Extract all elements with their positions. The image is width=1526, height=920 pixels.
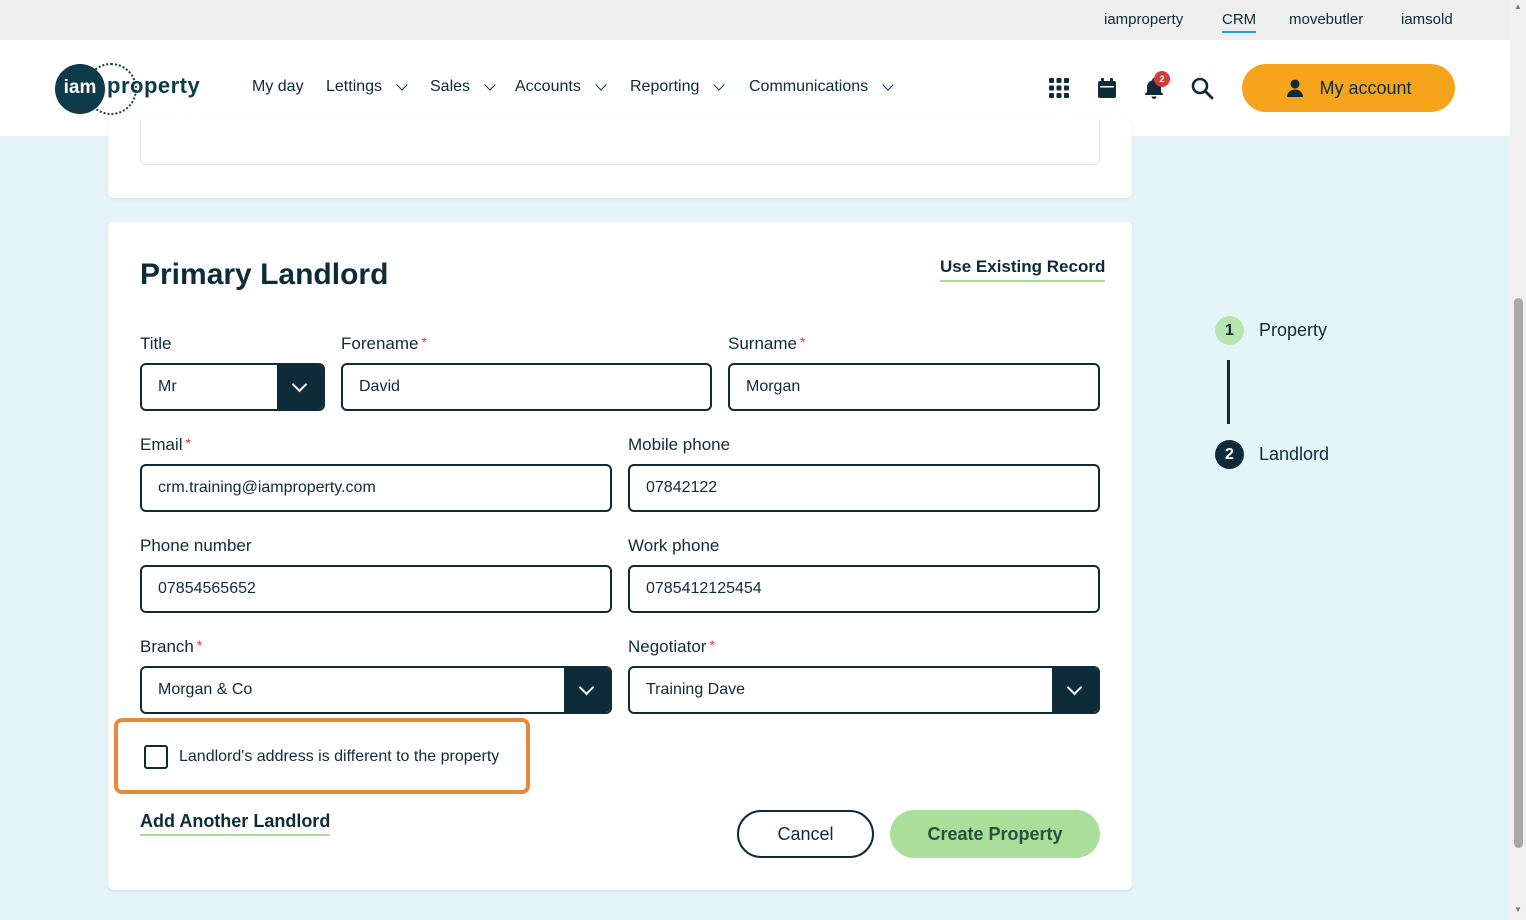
property-summary-box (140, 120, 1100, 165)
title-select[interactable]: Mr (140, 363, 325, 411)
branch-label-text: Branch (140, 637, 194, 656)
logo-text: property (107, 73, 201, 98)
step-connector (1227, 360, 1230, 424)
nav-label: Lettings (326, 78, 383, 95)
use-existing-record-link[interactable]: Use Existing Record (940, 257, 1106, 282)
step-1-indicator[interactable]: 1 (1215, 316, 1244, 345)
branch-dropdown-toggle[interactable] (564, 668, 610, 712)
title-dropdown-toggle[interactable] (277, 365, 323, 409)
forename-input[interactable] (341, 363, 712, 411)
nav-label: Accounts (515, 78, 581, 95)
required-marker: * (196, 637, 203, 653)
logo-mark: iam (55, 64, 105, 114)
surname-label-text: Surname (728, 334, 797, 353)
title-label: Title (140, 334, 172, 354)
cancel-button[interactable]: Cancel (737, 810, 874, 858)
step-2-label[interactable]: Landlord (1259, 444, 1329, 465)
negotiator-select[interactable]: Training Dave (628, 666, 1100, 714)
nav-accounts[interactable]: Accounts (515, 78, 607, 96)
title-label-text: Title (140, 334, 172, 353)
work-phone-label-text: Work phone (628, 536, 720, 555)
surname-label: Surname * (728, 334, 805, 354)
scroll-up-arrow[interactable]: ▲ (1514, 2, 1522, 11)
negotiator-label: Negotiator * (628, 637, 715, 657)
landlord-address-checkbox-label[interactable]: Landlord's address is different to the p… (179, 748, 499, 766)
nav-label: Sales (430, 78, 471, 95)
email-label-text: Email (140, 435, 183, 454)
property-card (108, 120, 1132, 198)
negotiator-select-value: Training Dave (646, 681, 746, 698)
add-another-landlord-link[interactable]: Add Another Landlord (140, 811, 331, 836)
branch-select[interactable]: Morgan & Co (140, 666, 612, 714)
my-account-button[interactable]: My account (1242, 64, 1455, 112)
landlord-address-checkbox[interactable] (144, 745, 168, 769)
step-2-indicator[interactable]: 2 (1215, 440, 1244, 469)
chevron-down-icon (1066, 679, 1083, 696)
mobile-phone-input[interactable] (628, 464, 1100, 512)
user-icon (1287, 79, 1304, 97)
chevron-down-icon (484, 78, 496, 91)
search-icon[interactable] (1190, 76, 1214, 100)
nav-sales[interactable]: Sales (430, 78, 496, 96)
logo[interactable]: iam property (55, 62, 205, 116)
mobile-label: Mobile phone (628, 435, 730, 455)
nav-label: Reporting (630, 78, 700, 95)
forename-label-text: Forename (341, 334, 419, 353)
link-movebutler[interactable]: movebutler (1289, 11, 1363, 28)
phone-label-text: Phone number (140, 536, 252, 555)
scroll-down-arrow[interactable]: ▼ (1514, 905, 1522, 914)
link-iamsold[interactable]: iamsold (1401, 11, 1453, 28)
surname-input[interactable] (728, 363, 1100, 411)
required-marker: * (421, 334, 427, 350)
title-select-value: Mr (158, 378, 177, 395)
chevron-down-icon (882, 78, 894, 91)
chevron-down-icon (396, 78, 408, 91)
chevron-down-icon (713, 78, 726, 91)
required-marker: * (709, 637, 715, 653)
negotiator-label-text: Negotiator (628, 637, 707, 656)
email-label: Email * (140, 435, 191, 455)
primary-landlord-card: Primary Landlord Use Existing Record Tit… (108, 222, 1132, 890)
chevron-down-icon (578, 679, 595, 696)
work-phone-label: Work phone (628, 536, 719, 556)
nav-label: My day (252, 78, 304, 95)
branch-select-value: Morgan & Co (158, 681, 253, 698)
required-marker: * (185, 435, 191, 451)
negotiator-dropdown-toggle[interactable] (1052, 668, 1098, 712)
grid-icon[interactable] (1047, 76, 1071, 100)
calendar-icon[interactable] (1095, 76, 1119, 100)
email-input[interactable] (140, 464, 612, 512)
nav-reporting[interactable]: Reporting (630, 78, 726, 96)
nav-communications[interactable]: Communications (749, 78, 894, 96)
chevron-down-icon (291, 376, 308, 393)
chevron-down-icon (595, 78, 607, 91)
step-1-label[interactable]: Property (1259, 320, 1327, 341)
create-property-button[interactable]: Create Property (890, 810, 1100, 858)
page-title: Primary Landlord (140, 258, 389, 291)
scrollbar-thumb[interactable] (1514, 298, 1523, 848)
phone-number-input[interactable] (140, 565, 612, 613)
forename-label: Forename * (341, 334, 427, 354)
notification-badge: 2 (1154, 71, 1170, 87)
phone-label: Phone number (140, 536, 252, 556)
top-bar: iamproperty CRM movebutler iamsold (0, 0, 1510, 40)
mobile-label-text: Mobile phone (628, 435, 731, 454)
work-phone-input[interactable] (628, 565, 1100, 613)
branch-label: Branch * (140, 637, 202, 657)
nav-my-day[interactable]: My day (252, 78, 304, 96)
nav-label: Communications (749, 78, 869, 95)
link-iamproperty[interactable]: iamproperty (1104, 11, 1183, 28)
required-marker: * (799, 334, 806, 350)
my-account-label: My account (1319, 77, 1412, 98)
nav-lettings[interactable]: Lettings (326, 78, 408, 96)
link-crm[interactable]: CRM (1222, 11, 1257, 33)
